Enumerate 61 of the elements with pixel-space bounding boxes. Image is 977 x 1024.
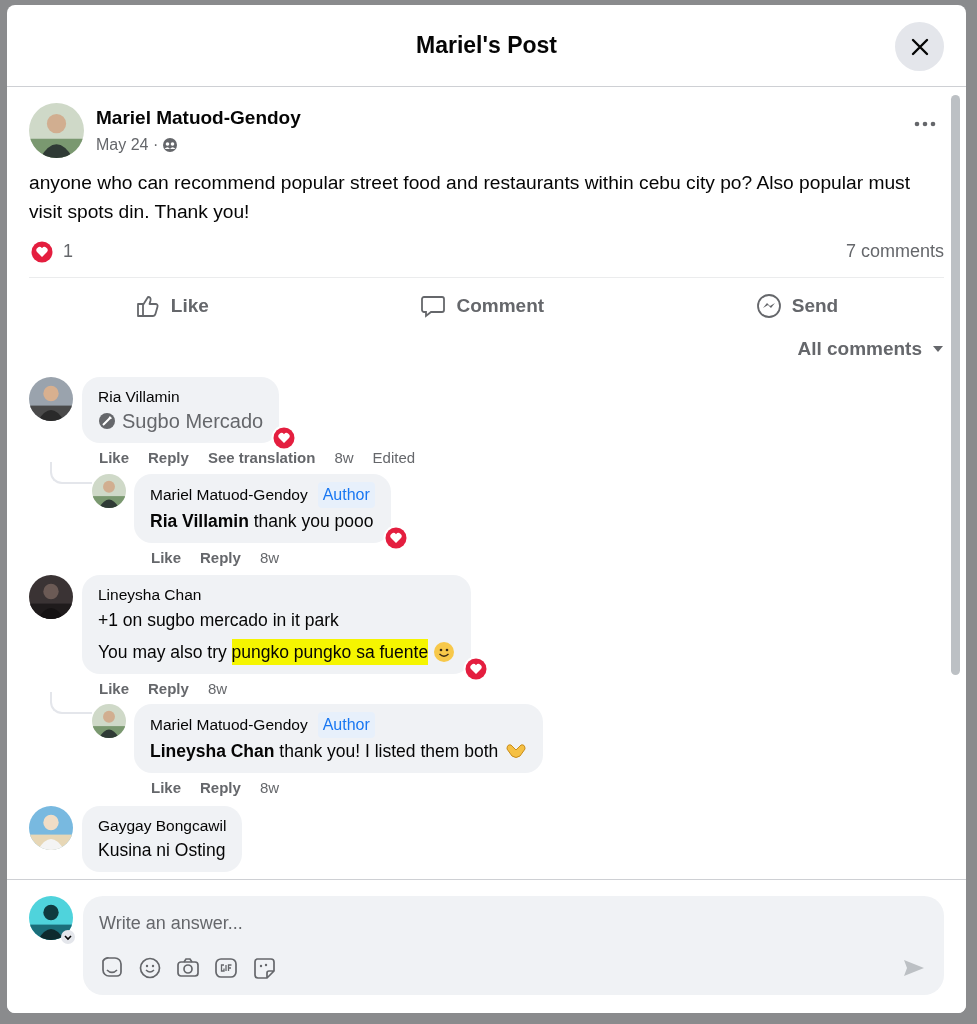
post-text: anyone who can recommend popular street food and restaurants within cebu city po? Also popular must visit spots din. Thank you!: [29, 171, 911, 224]
thread-line: [50, 461, 92, 484]
edited-label: Edited: [372, 448, 416, 469]
comment-text: Lineysha Chan thank you! I listed them both: [150, 740, 499, 763]
gif-icon: [213, 955, 239, 981]
friends-icon: [162, 136, 179, 153]
emoji-icon: [137, 955, 163, 981]
reaction-count[interactable]: 1: [63, 238, 73, 265]
comments-count[interactable]: 7 comments: [845, 238, 944, 265]
thread-line: [50, 692, 92, 714]
pencil-icon: [98, 412, 116, 431]
commenter-name[interactable]: Gaygay Bongcawil: [98, 813, 227, 837]
sticker-icon: [251, 955, 277, 981]
caret-icon: [932, 344, 944, 354]
author-name[interactable]: Mariel Matuod-Gendoy: [96, 104, 301, 133]
comment-text: Ria Villamin thank you pooo: [150, 509, 374, 533]
commenter-name[interactable]: Ria Villamin: [98, 385, 180, 409]
author-badge: Author: [317, 481, 375, 508]
speech-bubble-icon: [420, 293, 447, 320]
commenter-name[interactable]: Mariel Matuod-Gendoy: [150, 483, 308, 507]
sticker-button[interactable]: [251, 955, 277, 981]
thumbs-up-icon: [134, 293, 161, 320]
commenter-name[interactable]: Mariel Matuod-Gendoy: [150, 713, 308, 737]
reply-link[interactable]: Reply: [148, 677, 189, 700]
comment-text: +1 on sugbo mercado in it park: [98, 608, 339, 632]
send-button[interactable]: Send: [743, 286, 851, 327]
translation-link[interactable]: See translation: [207, 447, 316, 470]
dialog-title: Mariel's Post: [416, 31, 557, 60]
like-link[interactable]: Like: [99, 677, 129, 700]
scrollbar[interactable]: [951, 95, 960, 675]
emoji-button[interactable]: [137, 955, 163, 981]
reply-link[interactable]: Reply: [200, 777, 241, 800]
place-name[interactable]: Sugbo Mercado: [122, 408, 264, 435]
comment-time[interactable]: 8w: [207, 677, 228, 700]
comment-button[interactable]: Comment: [408, 286, 557, 327]
send-icon: [902, 957, 926, 979]
commenter-name[interactable]: Lineysha Chan: [98, 583, 202, 607]
like-button[interactable]: Like: [122, 286, 221, 327]
smiley-icon: [433, 640, 456, 663]
reply-link[interactable]: Reply: [148, 447, 189, 470]
comment-text: You may also try: [98, 640, 228, 664]
composer-box[interactable]: Write an answer...: [83, 896, 944, 995]
like-link[interactable]: Like: [151, 546, 181, 570]
messenger-icon: [755, 293, 782, 320]
like-link[interactable]: Like: [99, 447, 129, 470]
post-date[interactable]: May 24 ·: [96, 132, 159, 157]
comments-filter[interactable]: All comments: [797, 334, 944, 371]
gif-button[interactable]: [213, 955, 239, 981]
more-icon: [914, 120, 936, 127]
comment-time[interactable]: 8w: [259, 777, 280, 800]
comment-time[interactable]: 8w: [259, 546, 280, 570]
heart-hands-icon: [505, 741, 528, 761]
reply-link[interactable]: Reply: [200, 546, 241, 570]
author-badge: Author: [317, 712, 375, 738]
comment-time[interactable]: 8w: [334, 447, 354, 470]
comment-text: Kusina ni Osting: [98, 838, 226, 862]
chevron-icon[interactable]: [61, 930, 75, 944]
close-button[interactable]: [895, 22, 944, 71]
highlighted-text: pungko pungko sa fuente: [231, 638, 429, 665]
close-icon: [909, 36, 930, 57]
like-link[interactable]: Like: [151, 777, 181, 800]
